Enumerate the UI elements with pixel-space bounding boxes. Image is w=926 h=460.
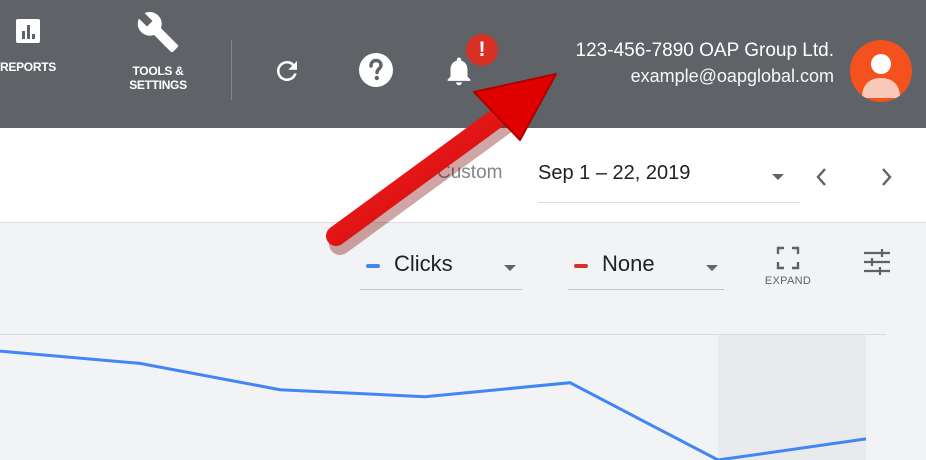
top-header-bar: REPORTS TOOLS & SETTINGS ! 123-456-7890 … <box>0 0 926 128</box>
caret-down-icon <box>772 174 784 180</box>
date-range-bar: Custom Sep 1 – 22, 2019 <box>0 128 926 223</box>
none-color-swatch <box>574 264 588 268</box>
metric-selector-none[interactable]: None <box>568 245 724 290</box>
clicks-series-line <box>0 349 867 460</box>
account-customer-id: 123-456-7890 OAP Group Ltd. <box>575 40 834 61</box>
tools-label-line1: TOOLS & <box>132 64 184 78</box>
chevron-right-icon[interactable] <box>876 166 896 188</box>
performance-chart-panel: Clicks None EXPAND <box>0 223 926 460</box>
wrench-icon <box>137 12 179 53</box>
account-email: example@oapglobal.com <box>630 66 834 86</box>
chevron-left-icon[interactable] <box>812 166 832 188</box>
google-ads-window: REPORTS TOOLS & SETTINGS ! 123-456-7890 … <box>0 0 926 460</box>
notifications-button[interactable]: ! <box>438 34 498 92</box>
adjust-icon[interactable] <box>862 247 892 277</box>
reports-button[interactable]: REPORTS <box>0 16 74 74</box>
account-info[interactable]: 123-456-7890 OAP Group Ltd. example@oapg… <box>522 38 834 88</box>
expand-icon <box>776 246 800 270</box>
refresh-icon[interactable] <box>272 56 302 86</box>
clicks-line-chart <box>0 349 867 460</box>
tools-settings-button[interactable]: TOOLS & SETTINGS <box>112 12 204 92</box>
metric-clicks-label: Clicks <box>394 251 453 276</box>
avatar[interactable] <box>850 40 912 102</box>
custom-label: Custom <box>437 162 503 183</box>
metric-selector-clicks[interactable]: Clicks <box>360 245 522 290</box>
reports-icon <box>16 19 40 43</box>
header-divider <box>231 40 232 100</box>
tools-label-line2: SETTINGS <box>129 78 187 92</box>
reports-label: REPORTS <box>0 60 56 74</box>
alert-badge-text: ! <box>478 38 486 61</box>
date-range-selector[interactable]: Sep 1 – 22, 2019 <box>538 160 800 203</box>
expand-button[interactable]: EXPAND <box>758 245 818 287</box>
alert-badge-icon: ! <box>466 34 498 66</box>
help-icon[interactable] <box>358 52 394 88</box>
caret-down-icon <box>504 265 516 271</box>
clicks-color-swatch <box>366 264 380 268</box>
caret-down-icon <box>706 265 718 271</box>
expand-label: EXPAND <box>764 275 812 287</box>
person-icon <box>862 54 900 98</box>
date-range-text: Sep 1 – 22, 2019 <box>538 162 691 184</box>
metric-none-label: None <box>602 251 655 276</box>
